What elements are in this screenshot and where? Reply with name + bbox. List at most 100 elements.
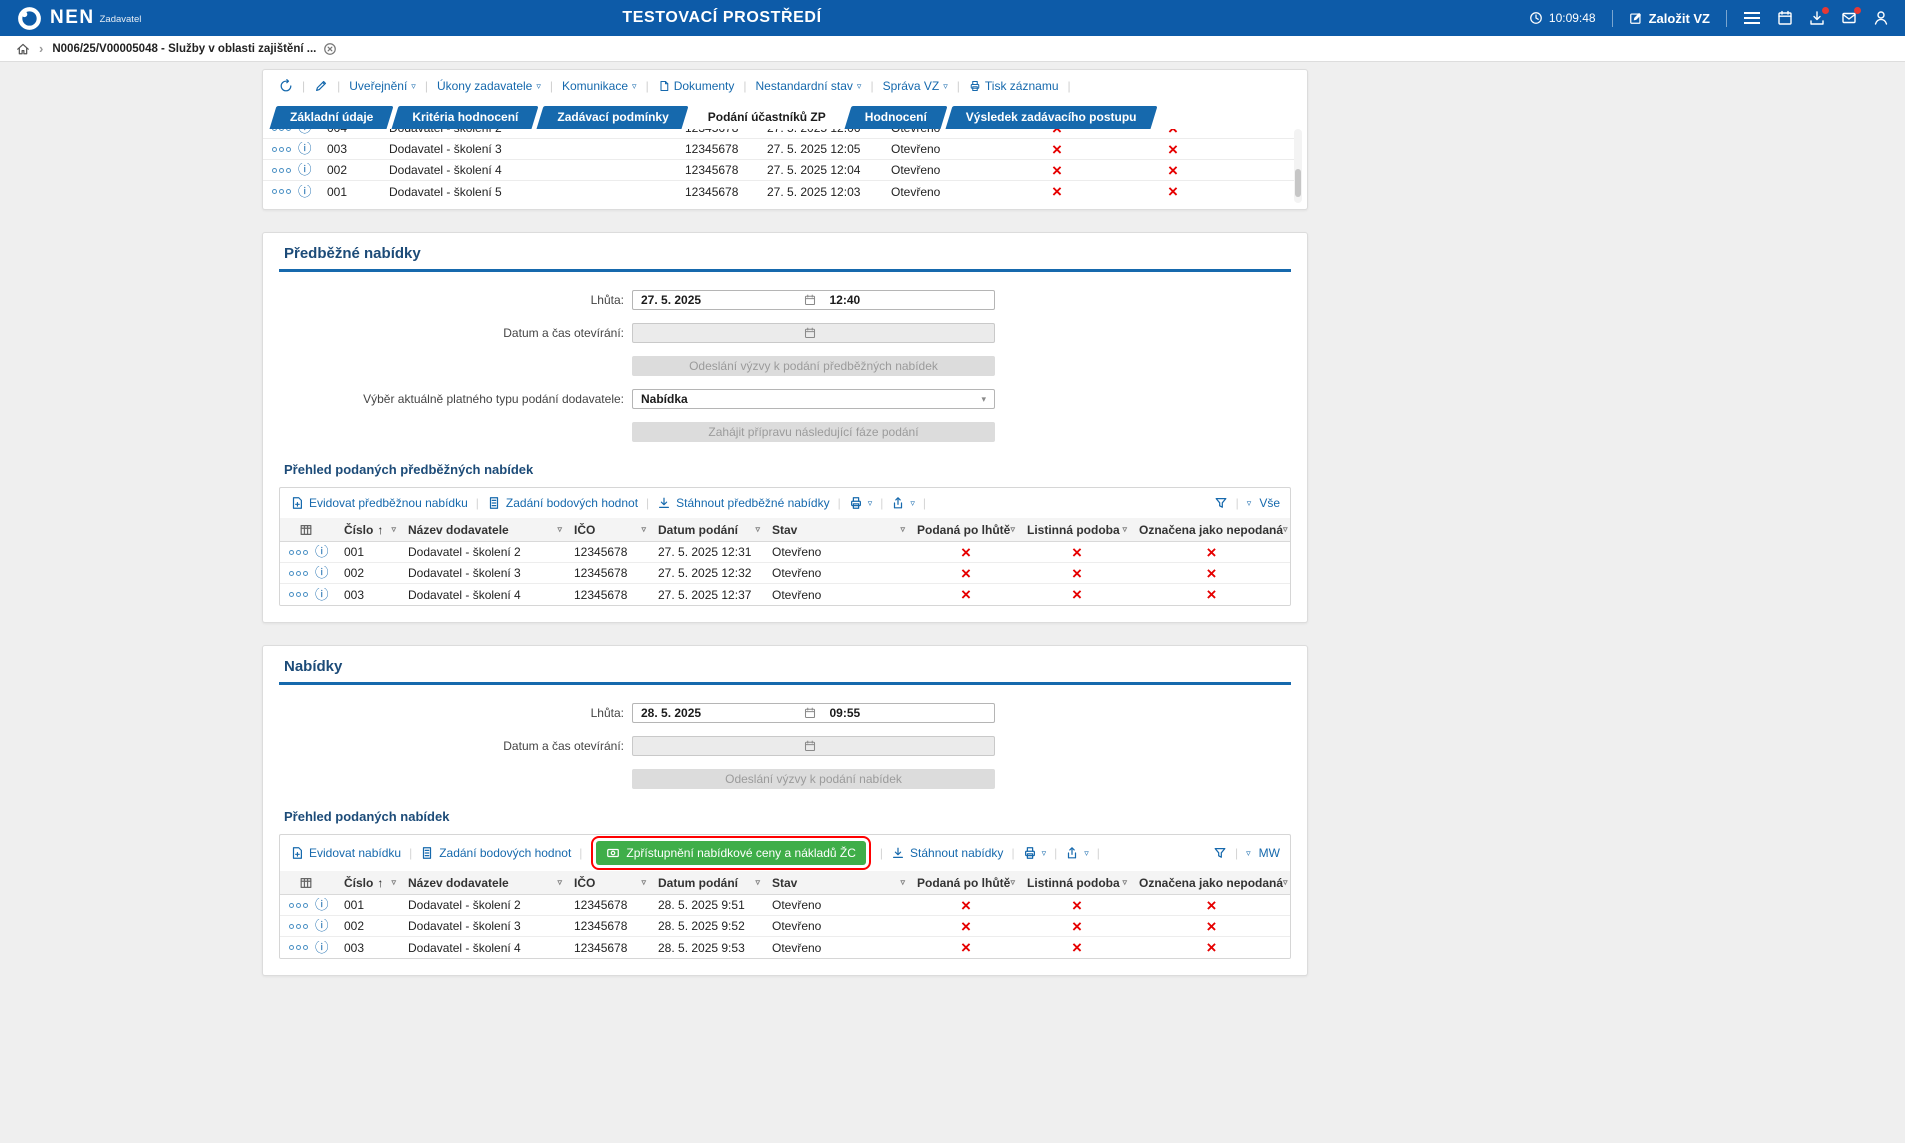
time-input[interactable]: 12:40 bbox=[820, 293, 995, 307]
filter-caret-icon[interactable]: ▿ bbox=[755, 524, 760, 535]
table-scrollbar[interactable] bbox=[1294, 129, 1302, 203]
info-icon[interactable]: ⓘ bbox=[315, 566, 329, 580]
row-actions-icon[interactable] bbox=[272, 129, 291, 131]
breadcrumb-record-tab[interactable]: N006/25/V00005048 - Služby v oblasti zaj… bbox=[52, 42, 337, 56]
back-icon[interactable] bbox=[279, 79, 293, 93]
user-icon[interactable] bbox=[1873, 10, 1889, 26]
column-header-listinna-podoba[interactable]: Listinná podoba ▿ bbox=[1021, 523, 1133, 537]
action-zpristupneni-nabidkove-ceny[interactable]: Zpřístupnění nabídkové ceny a nákladů ŽC bbox=[596, 841, 865, 865]
action-zadani-bodovych-hodnot[interactable]: Zadání bodových hodnot bbox=[487, 496, 638, 510]
toolbar-dokumenty[interactable]: Dokumenty bbox=[658, 79, 735, 93]
column-header-nazev-dodavatele[interactable]: Název dodavatele ▿ bbox=[402, 876, 568, 890]
filter-caret-icon[interactable]: ▿ bbox=[1010, 524, 1015, 535]
table-row[interactable]: ⓘ 002 Dodavatel - školení 3 12345678 28.… bbox=[280, 916, 1290, 937]
table-row[interactable]: ⓘ 002 Dodavatel - školení 4 12345678 27.… bbox=[263, 160, 1302, 181]
toolbar-ukony-zadavatele[interactable]: Úkony zadavatele ▿ bbox=[437, 79, 541, 93]
info-icon[interactable]: ⓘ bbox=[315, 941, 329, 955]
table-row[interactable]: ⓘ 003 Dodavatel - školení 4 12345678 27.… bbox=[280, 584, 1290, 605]
filter-caret-icon[interactable]: ▿ bbox=[900, 524, 905, 535]
date-input[interactable]: 27. 5. 2025 bbox=[633, 293, 804, 307]
filter-caret-icon[interactable]: ▿ bbox=[557, 524, 562, 535]
row-actions-icon[interactable] bbox=[289, 571, 308, 576]
messages-button[interactable] bbox=[1841, 10, 1857, 26]
toolbar-komunikace[interactable]: Komunikace ▿ bbox=[562, 79, 637, 93]
scrollbar-thumb[interactable] bbox=[1295, 169, 1301, 197]
calendar-picker-icon[interactable] bbox=[804, 294, 820, 306]
action-zadani-bodovych-hodnot[interactable]: Zadání bodových hodnot bbox=[420, 846, 571, 860]
table-row[interactable]: ⓘ 003 Dodavatel - školení 4 12345678 28.… bbox=[280, 937, 1290, 958]
table-row[interactable]: ⓘ 001 Dodavatel - školení 2 12345678 27.… bbox=[280, 542, 1290, 563]
app-logo[interactable]: NEN Zadavatel bbox=[16, 5, 141, 32]
tab-podani-ucastniku-zp[interactable]: Podání účastníků ZP bbox=[691, 106, 843, 129]
info-icon[interactable]: ⓘ bbox=[298, 142, 312, 156]
filter-icon[interactable] bbox=[1213, 846, 1227, 860]
tab-vysledek-zadavaciho-postupu[interactable]: Výsledek zadávacího postupu bbox=[949, 106, 1154, 129]
column-header-cislo[interactable]: Číslo↑ ▿ bbox=[338, 876, 402, 890]
column-header-datum-podani[interactable]: Datum podání ▿ bbox=[652, 523, 766, 537]
column-header-ico[interactable]: IČO ▿ bbox=[568, 876, 652, 890]
column-header-cislo[interactable]: Číslo↑ ▿ bbox=[338, 523, 402, 537]
toolbar-sprava-vz[interactable]: Správa VZ ▿ bbox=[883, 79, 948, 93]
typ-podani-select[interactable]: Nabídka ▾ bbox=[632, 389, 995, 409]
column-header-podana-po-lhute[interactable]: Podaná po lhůtě ▿ bbox=[911, 523, 1021, 537]
info-icon[interactable]: ⓘ bbox=[315, 588, 329, 602]
tab-kriteria-hodnoceni[interactable]: Kritéria hodnocení bbox=[395, 106, 535, 129]
row-actions-icon[interactable] bbox=[289, 924, 308, 929]
filter-caret-icon[interactable]: ▿ bbox=[391, 877, 396, 888]
filter-caret-icon[interactable]: ▿ bbox=[641, 877, 646, 888]
filter-caret-icon[interactable]: ▿ bbox=[1283, 524, 1288, 535]
column-header-listinna-podoba[interactable]: Listinná podoba ▿ bbox=[1021, 876, 1133, 890]
column-header-stav[interactable]: Stav ▿ bbox=[766, 523, 911, 537]
filter-caret-icon[interactable]: ▿ bbox=[1010, 877, 1015, 888]
column-header-oznacena-jako-nepodana[interactable]: Označena jako nepodaná ▿ bbox=[1133, 876, 1290, 890]
filter-caret-icon[interactable]: ▿ bbox=[391, 524, 396, 535]
column-header-stav[interactable]: Stav ▿ bbox=[766, 876, 911, 890]
column-header-podana-po-lhute[interactable]: Podaná po lhůtě ▿ bbox=[911, 876, 1021, 890]
view-selector[interactable]: Vše bbox=[1259, 496, 1280, 510]
info-icon[interactable]: ⓘ bbox=[298, 163, 312, 177]
time-input[interactable]: 09:55 bbox=[820, 706, 995, 720]
info-icon[interactable]: ⓘ bbox=[315, 545, 329, 559]
table-row[interactable]: ⓘ 001 Dodavatel - školení 5 12345678 27.… bbox=[263, 181, 1302, 202]
tab-hodnoceni[interactable]: Hodnocení bbox=[848, 106, 944, 129]
row-actions-icon[interactable] bbox=[289, 945, 308, 950]
view-caret-icon[interactable]: ▿ bbox=[1246, 849, 1251, 858]
close-record-icon[interactable] bbox=[323, 42, 337, 56]
filter-icon[interactable] bbox=[1214, 496, 1228, 510]
toolbar-nestandardni-stav[interactable]: Nestandardní stav ▿ bbox=[756, 79, 862, 93]
info-icon[interactable]: ⓘ bbox=[298, 185, 312, 199]
action-stahnout-predbezne-nabidky[interactable]: Stáhnout předběžné nabídky bbox=[657, 496, 829, 510]
info-icon[interactable]: ⓘ bbox=[298, 129, 312, 135]
print-menu-button[interactable]: ▿ bbox=[849, 496, 873, 510]
table-row[interactable]: ⓘ 001 Dodavatel - školení 2 12345678 28.… bbox=[280, 895, 1290, 916]
create-vz-button[interactable]: Založit VZ bbox=[1629, 11, 1710, 26]
downloads-button[interactable] bbox=[1809, 10, 1825, 26]
toolbar-uverejneni[interactable]: Uveřejnění ▿ bbox=[349, 79, 416, 93]
toolbar-tisk-zaznamu[interactable]: Tisk záznamu bbox=[969, 79, 1059, 93]
row-actions-icon[interactable] bbox=[289, 903, 308, 908]
action-stahnout-nabidky[interactable]: Stáhnout nabídky bbox=[891, 846, 1003, 860]
filter-caret-icon[interactable]: ▿ bbox=[900, 877, 905, 888]
tab-zakladni-udaje[interactable]: Základní údaje bbox=[273, 106, 390, 129]
filter-caret-icon[interactable]: ▿ bbox=[1122, 524, 1127, 535]
calendar-picker-icon[interactable] bbox=[804, 707, 820, 719]
filter-caret-icon[interactable]: ▿ bbox=[1283, 877, 1288, 888]
edit-icon[interactable] bbox=[314, 79, 328, 93]
view-caret-icon[interactable]: ▿ bbox=[1247, 499, 1252, 508]
action-evidovat-predbeznou-nabidku[interactable]: Evidovat předběžnou nabídku bbox=[290, 496, 468, 510]
table-row[interactable]: ⓘ 003 Dodavatel - školení 3 12345678 27.… bbox=[263, 139, 1302, 160]
filter-caret-icon[interactable]: ▿ bbox=[755, 877, 760, 888]
column-header-datum-podani[interactable]: Datum podání ▿ bbox=[652, 876, 766, 890]
column-header-oznacena-jako-nepodana[interactable]: Označena jako nepodaná ▿ bbox=[1133, 523, 1290, 537]
row-actions-icon[interactable] bbox=[289, 592, 308, 597]
calendar-icon[interactable] bbox=[1777, 10, 1793, 26]
filter-caret-icon[interactable]: ▿ bbox=[557, 877, 562, 888]
column-header-ico[interactable]: IČO ▿ bbox=[568, 523, 652, 537]
filter-caret-icon[interactable]: ▿ bbox=[641, 524, 646, 535]
info-icon[interactable]: ⓘ bbox=[315, 898, 329, 912]
row-actions-icon[interactable] bbox=[289, 550, 308, 555]
filter-caret-icon[interactable]: ▿ bbox=[1122, 877, 1127, 888]
date-input[interactable]: 28. 5. 2025 bbox=[633, 706, 804, 720]
export-menu-button[interactable]: ▿ bbox=[891, 496, 915, 510]
table-row[interactable]: ⓘ 004 Dodavatel - školení 2 12345678 27.… bbox=[263, 129, 1302, 139]
